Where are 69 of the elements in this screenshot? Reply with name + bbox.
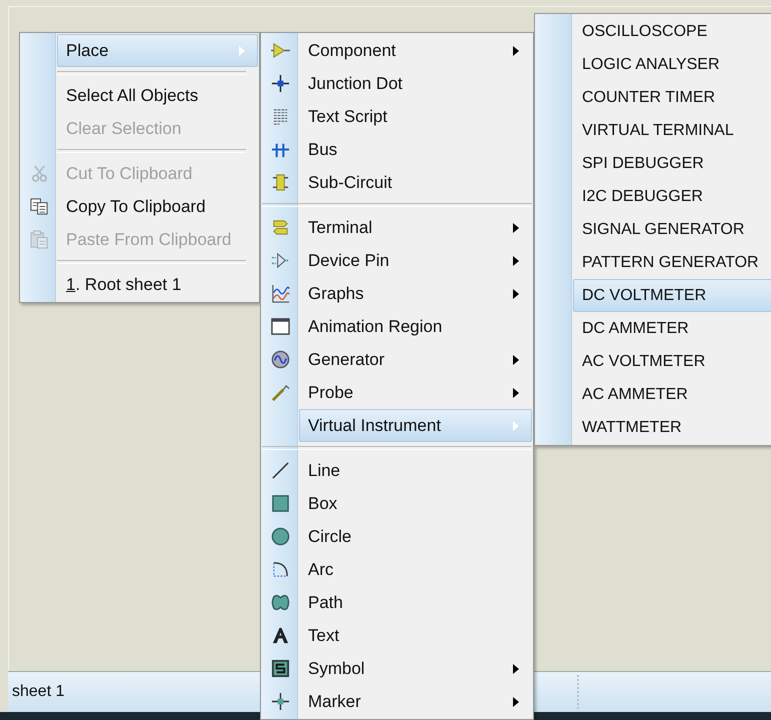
- menu-item[interactable]: Select All Objects: [57, 79, 258, 112]
- menu-item[interactable]: Place: [57, 34, 258, 67]
- square-icon: [271, 494, 290, 513]
- clipboard-icon: [30, 230, 48, 249]
- menu-item[interactable]: 1. Root sheet 1: [57, 268, 258, 301]
- submenu-arrow-icon: [513, 664, 519, 674]
- submenu-arrow-icon: [513, 420, 519, 430]
- menu-item[interactable]: Sub-Circuit: [299, 166, 532, 199]
- letter-a-icon: [271, 626, 290, 645]
- menu-item[interactable]: Line: [299, 454, 532, 487]
- menu-item[interactable]: Text: [299, 619, 532, 652]
- menu-item[interactable]: Box: [299, 487, 532, 520]
- marker-icon: [271, 692, 290, 711]
- status-text: sheet 1: [11, 683, 64, 701]
- submenu-arrow-icon: [513, 46, 519, 56]
- terminal-icon: [271, 218, 290, 237]
- menu-item[interactable]: DC VOLTMETER: [573, 279, 771, 312]
- scissors-icon: [30, 164, 48, 183]
- component-icon: [271, 41, 290, 60]
- line-icon: [271, 461, 290, 480]
- submenu-arrow-icon: [513, 256, 519, 266]
- submenu-arrow-icon: [239, 46, 245, 56]
- menu-item[interactable]: OSCILLOSCOPE: [573, 15, 771, 48]
- menu-item[interactable]: Device Pin: [299, 244, 532, 277]
- menu-item[interactable]: Copy To Clipboard: [57, 190, 258, 223]
- submenu-arrow-icon: [513, 222, 519, 232]
- menu-item[interactable]: Virtual Instrument: [299, 409, 532, 442]
- path-icon: [271, 593, 290, 612]
- submenu-arrow-icon: [513, 288, 519, 298]
- menu-item[interactable]: I2C DEBUGGER: [573, 180, 771, 213]
- menu-item[interactable]: LOGIC ANALYSER: [573, 48, 771, 81]
- menu-item[interactable]: Animation Region: [299, 310, 532, 343]
- submenu-arrow-icon: [513, 696, 519, 706]
- pin-icon: [271, 251, 290, 270]
- menu-item[interactable]: Text Script: [299, 100, 532, 133]
- menu-item[interactable]: PATTERN GENERATOR: [573, 246, 771, 279]
- menu-item[interactable]: Component: [299, 34, 532, 67]
- menu-item[interactable]: COUNTER TIMER: [573, 81, 771, 114]
- menu-item[interactable]: Probe: [299, 376, 532, 409]
- menu-item[interactable]: AC AMMETER: [573, 378, 771, 411]
- text-script-icon: [271, 107, 290, 126]
- window-icon: [271, 317, 290, 336]
- menu-item[interactable]: Graphs: [299, 277, 532, 310]
- circle-icon: [271, 527, 290, 546]
- menu-item[interactable]: Bus: [299, 133, 532, 166]
- menu-item[interactable]: Marker: [299, 685, 532, 718]
- sub-circuit-icon: [271, 173, 290, 192]
- menu-item[interactable]: WATTMETER: [573, 411, 771, 444]
- menu-item[interactable]: Arc: [299, 553, 532, 586]
- menu-item[interactable]: SPI DEBUGGER: [573, 147, 771, 180]
- copy-icon: [30, 197, 48, 216]
- menu-item[interactable]: DC AMMETER: [573, 312, 771, 345]
- menu-item[interactable]: VIRTUAL TERMINAL: [573, 114, 771, 147]
- submenu-arrow-icon: [513, 388, 519, 398]
- menu-item[interactable]: Symbol: [299, 652, 532, 685]
- menu-item[interactable]: Circle: [299, 520, 532, 553]
- graph-icon: [271, 284, 290, 303]
- menu-item[interactable]: Junction Dot: [299, 67, 532, 100]
- menu-item[interactable]: Path: [299, 586, 532, 619]
- junction-dot-icon: [271, 74, 290, 93]
- menu-item[interactable]: Generator: [299, 343, 532, 376]
- arc-icon: [271, 560, 290, 579]
- menu-item[interactable]: Terminal: [299, 211, 532, 244]
- symbol-icon: [271, 659, 290, 678]
- menu-item[interactable]: AC VOLTMETER: [573, 345, 771, 378]
- probe-icon: [271, 383, 290, 402]
- menu-item[interactable]: SIGNAL GENERATOR: [573, 213, 771, 246]
- submenu-arrow-icon: [513, 354, 519, 364]
- sine-wave-icon: [271, 350, 290, 369]
